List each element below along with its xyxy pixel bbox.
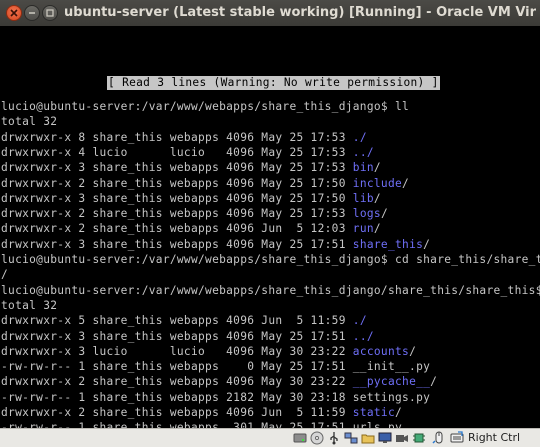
directory-name: include	[352, 176, 403, 190]
directory-suffix: /	[380, 207, 388, 221]
terminal-line-text: drwxrwxr-x 3 share_this webapps 4096 May…	[1, 237, 353, 251]
terminal-line: drwxrwxr-x 3 lucio lucio 4096 May 30 23:…	[1, 344, 416, 359]
terminal-line: -rw-rw-r-- 1 share_this webapps 301 May …	[1, 420, 402, 428]
terminal-line: drwxrwxr-x 2 share_this webapps 4096 Jun…	[1, 405, 402, 420]
minimize-button[interactable]	[24, 5, 40, 21]
nano-warning-message: [ Read 3 lines (Warning: No write permis…	[107, 76, 440, 90]
directory-name: logs	[352, 207, 381, 221]
terminal-line: total 32	[1, 114, 57, 129]
directory-name: ../	[352, 329, 374, 343]
vm-screen[interactable]: [ Read 3 lines (Warning: No write permis…	[0, 26, 540, 428]
directory-name: share_this	[352, 237, 424, 251]
terminal-line-text: drwxrwxr-x 2 share_this webapps 4096 May…	[1, 375, 353, 389]
terminal-line: drwxrwxr-x 3 share_this webapps 4096 May…	[1, 329, 374, 344]
terminal-line-text: drwxrwxr-x 3 share_this webapps 4096 May…	[1, 329, 353, 343]
hard-disk-icon[interactable]	[293, 431, 307, 445]
maximize-button[interactable]	[42, 5, 58, 21]
terminal-line-text: lucio@ubuntu-server:/var/www/webapps/sha…	[1, 100, 410, 113]
directory-name: run	[352, 222, 374, 236]
directory-name: static	[352, 406, 395, 419]
terminal-line: drwxrwxr-x 2 share_this webapps 4096 Jun…	[1, 221, 381, 236]
directory-suffix: /	[423, 237, 431, 251]
terminal-line-text: /	[1, 268, 9, 282]
directory-name: accounts	[352, 344, 410, 358]
terminal-line-text: drwxrwxr-x 2 share_this webapps 4096 Jun…	[1, 222, 353, 236]
terminal-line: drwxrwxr-x 2 share_this webapps 4096 May…	[1, 374, 437, 389]
terminal-line-text: drwxrwxr-x 2 share_this webapps 4096 May…	[1, 176, 353, 190]
terminal-line: lucio@ubuntu-server:/var/www/webapps/sha…	[1, 252, 540, 267]
directory-suffix: /	[373, 222, 381, 236]
usb-icon[interactable]	[327, 431, 341, 445]
terminal-line: lucio@ubuntu-server:/var/www/webapps/sha…	[1, 283, 540, 298]
status-bar: Right Ctrl	[0, 428, 540, 447]
video-capture-icon[interactable]	[395, 431, 409, 445]
close-icon	[10, 9, 18, 17]
directory-suffix: /	[409, 344, 417, 358]
close-button[interactable]	[6, 5, 22, 21]
terminal-line: drwxrwxr-x 3 share_this webapps 4096 May…	[1, 160, 381, 175]
shared-folder-icon[interactable]	[361, 431, 375, 445]
terminal-line: drwxrwxr-x 3 share_this webapps 4096 May…	[1, 237, 430, 252]
cpu-icon[interactable]	[412, 431, 426, 445]
terminal-line: -rw-rw-r-- 1 share_this webapps 2182 May…	[1, 390, 430, 405]
terminal-line: drwxrwxr-x 5 share_this webapps 4096 Jun…	[1, 313, 367, 328]
terminal-line-text: drwxrwxr-x 3 share_this webapps 4096 May…	[1, 161, 353, 175]
directory-name: ../	[352, 145, 374, 159]
title-bar[interactable]: ubuntu-server (Latest stable working) [R…	[0, 0, 540, 26]
mouse-integration-icon[interactable]	[432, 431, 446, 445]
terminal-line-text: drwxrwxr-x 2 share_this webapps 4096 May…	[1, 207, 353, 221]
directory-name: __pycache__	[352, 375, 431, 389]
terminal-line: drwxrwxr-x 2 share_this webapps 4096 May…	[1, 206, 388, 221]
terminal-line-text: -rw-rw-r-- 1 share_this webapps 2182 May…	[1, 390, 431, 404]
directory-suffix: /	[373, 191, 381, 205]
terminal-line-text: total 32	[1, 298, 58, 312]
host-key-label: Right Ctrl	[468, 431, 521, 444]
terminal-line: lucio@ubuntu-server:/var/www/webapps/sha…	[1, 99, 409, 114]
terminal-line: /	[1, 267, 8, 282]
keyboard-icon[interactable]	[450, 431, 464, 445]
terminal-line: -rw-rw-r-- 1 share_this webapps 0 May 25…	[1, 359, 430, 374]
directory-name: lib	[352, 191, 374, 205]
terminal-line: total 32	[1, 298, 57, 313]
terminal-line-text: drwxrwxr-x 3 lucio lucio 4096 May 30 23:…	[1, 344, 353, 358]
directory-name: ./	[352, 130, 367, 144]
terminal-line-text: drwxrwxr-x 4 lucio lucio 4096 May 25 17:…	[1, 145, 353, 159]
directory-suffix: /	[395, 406, 403, 419]
virtualbox-window: ubuntu-server (Latest stable working) [R…	[0, 0, 540, 447]
optical-drive-icon[interactable]	[310, 431, 324, 445]
terminal-line-text: drwxrwxr-x 5 share_this webapps 4096 Jun…	[1, 314, 353, 328]
directory-suffix: /	[402, 176, 410, 190]
maximize-icon	[46, 9, 54, 17]
terminal-line-text: lucio@ubuntu-server:/var/www/webapps/sha…	[1, 283, 540, 297]
terminal-line-text: drwxrwxr-x 2 share_this webapps 4096 Jun…	[1, 406, 353, 419]
window-title: ubuntu-server (Latest stable working) [R…	[64, 5, 536, 20]
network-icon[interactable]	[344, 431, 358, 445]
terminal-line-text: total 32	[1, 115, 58, 129]
terminal-line-text: lucio@ubuntu-server:/var/www/webapps/sha…	[1, 253, 540, 266]
minimize-icon	[29, 12, 35, 14]
terminal-line-text: drwxrwxr-x 3 share_this webapps 4096 May…	[1, 191, 353, 205]
terminal-line-text: drwxrwxr-x 8 share_this webapps 4096 May…	[1, 130, 353, 144]
terminal-line-text: -rw-rw-r-- 1 share_this webapps 0 May 25…	[1, 360, 431, 374]
terminal-line: drwxrwxr-x 2 share_this webapps 4096 May…	[1, 176, 409, 191]
terminal-line: drwxrwxr-x 3 share_this webapps 4096 May…	[1, 191, 381, 206]
directory-suffix: /	[373, 161, 381, 175]
directory-suffix: /	[430, 375, 438, 389]
display-icon[interactable]	[378, 431, 392, 445]
terminal-line: drwxrwxr-x 4 lucio lucio 4096 May 25 17:…	[1, 145, 374, 160]
directory-name: ./	[352, 314, 367, 328]
directory-name: bin	[352, 161, 374, 175]
terminal-line: drwxrwxr-x 8 share_this webapps 4096 May…	[1, 130, 367, 145]
terminal-line-text: -rw-rw-r-- 1 share_this webapps 301 May …	[1, 421, 403, 428]
